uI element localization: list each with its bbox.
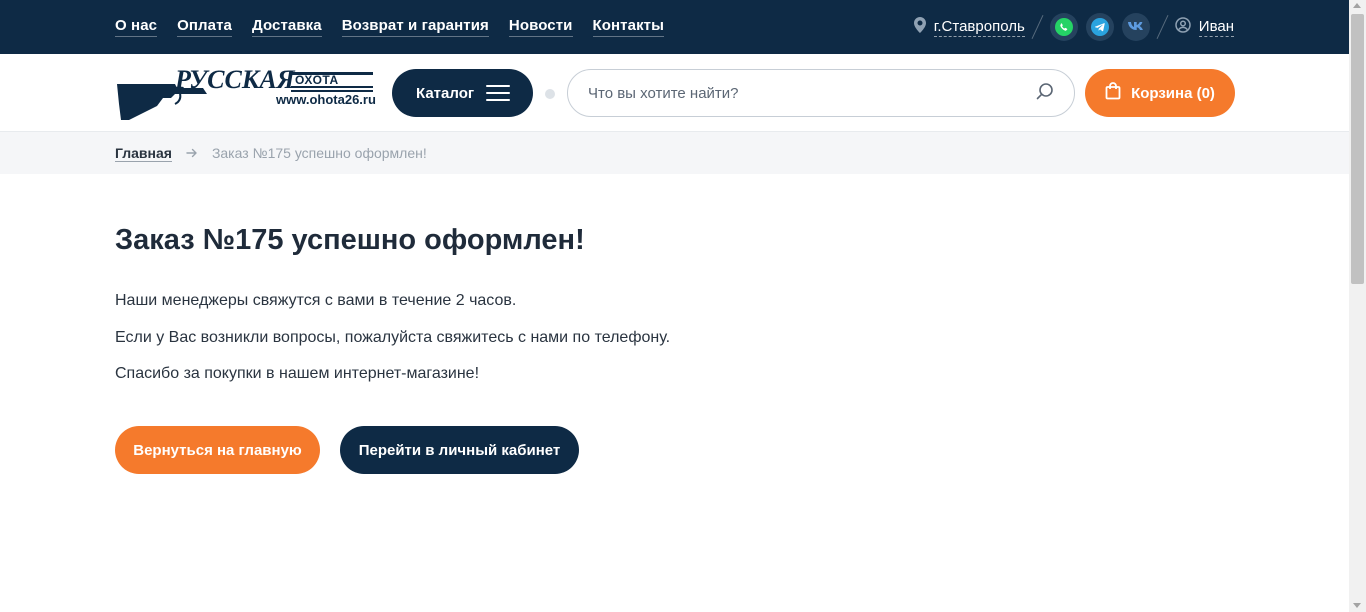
search-box[interactable] — [567, 69, 1075, 117]
city-selector[interactable]: г.Ставрополь — [913, 17, 1025, 37]
breadcrumb: Главная Заказ №175 успешно оформлен! — [0, 132, 1349, 174]
arrow-right-icon — [186, 145, 198, 161]
catalog-button[interactable]: Каталог — [392, 69, 533, 117]
message-line: Если у Вас возникли вопросы, пожалуйста … — [115, 329, 671, 346]
scroll-up-arrow[interactable] — [1353, 3, 1361, 8]
scroll-down-arrow[interactable] — [1353, 603, 1361, 608]
separator-dot — [545, 89, 555, 99]
nav-link-delivery[interactable]: Доставка — [251, 17, 322, 37]
page-title: Заказ №175 успешно оформлен! — [115, 224, 585, 256]
menu-icon — [486, 85, 511, 101]
cart-label: Корзина (0) — [1131, 84, 1215, 102]
search-icon[interactable] — [1036, 82, 1054, 105]
svg-text:РУССКАЯ: РУССКАЯ — [174, 68, 296, 94]
search-input[interactable] — [588, 84, 1036, 102]
whatsapp-icon[interactable] — [1049, 13, 1078, 41]
header: РУССКАЯ ОХОТА www.ohota26.ru Каталог Кор… — [0, 54, 1349, 132]
svg-text:ОХОТА: ОХОТА — [295, 73, 339, 87]
message-line: Спасибо за покупки в нашем интернет-мага… — [115, 365, 480, 382]
nav-link-contacts[interactable]: Контакты — [592, 17, 665, 37]
breadcrumb-current: Заказ №175 успешно оформлен! — [211, 145, 427, 161]
logo-url: www.ohota26.ru — [276, 92, 376, 107]
breadcrumb-home[interactable]: Главная — [115, 145, 172, 162]
page: О нас Оплата Доставка Возврат и гарантия… — [0, 0, 1366, 612]
message-line: Наши менеджеры свяжутся с вами в течение… — [115, 292, 517, 309]
nav-link-returns[interactable]: Возврат и гарантия — [341, 17, 489, 37]
user-name: Иван — [1198, 17, 1234, 37]
nav-link-about[interactable]: О нас — [115, 17, 158, 37]
divider — [1156, 15, 1169, 39]
city-name: г.Ставрополь — [933, 17, 1025, 37]
user-icon — [1175, 17, 1191, 37]
map-pin-icon — [913, 17, 926, 37]
scrollbar-thumb[interactable] — [1351, 14, 1364, 284]
vk-icon[interactable] — [1121, 13, 1150, 41]
nav-link-news[interactable]: Новости — [508, 17, 573, 37]
cart-button[interactable]: Корзина (0) — [1085, 69, 1235, 117]
nav-link-payment[interactable]: Оплата — [177, 17, 232, 37]
divider — [1031, 15, 1044, 39]
top-bar: О нас Оплата Доставка Возврат и гарантия… — [0, 0, 1349, 54]
go-to-account-button[interactable]: Перейти в личный кабинет — [340, 426, 579, 474]
catalog-label: Каталог — [416, 84, 475, 102]
back-to-home-button[interactable]: Вернуться на главную — [115, 426, 320, 474]
top-right: г.Ставрополь Иван — [913, 0, 1234, 54]
shopping-bag-icon — [1105, 82, 1121, 104]
social-links — [1049, 13, 1150, 41]
user-menu[interactable]: Иван — [1175, 17, 1234, 37]
top-nav: О нас Оплата Доставка Возврат и гарантия… — [115, 0, 665, 54]
telegram-icon[interactable] — [1085, 13, 1114, 41]
